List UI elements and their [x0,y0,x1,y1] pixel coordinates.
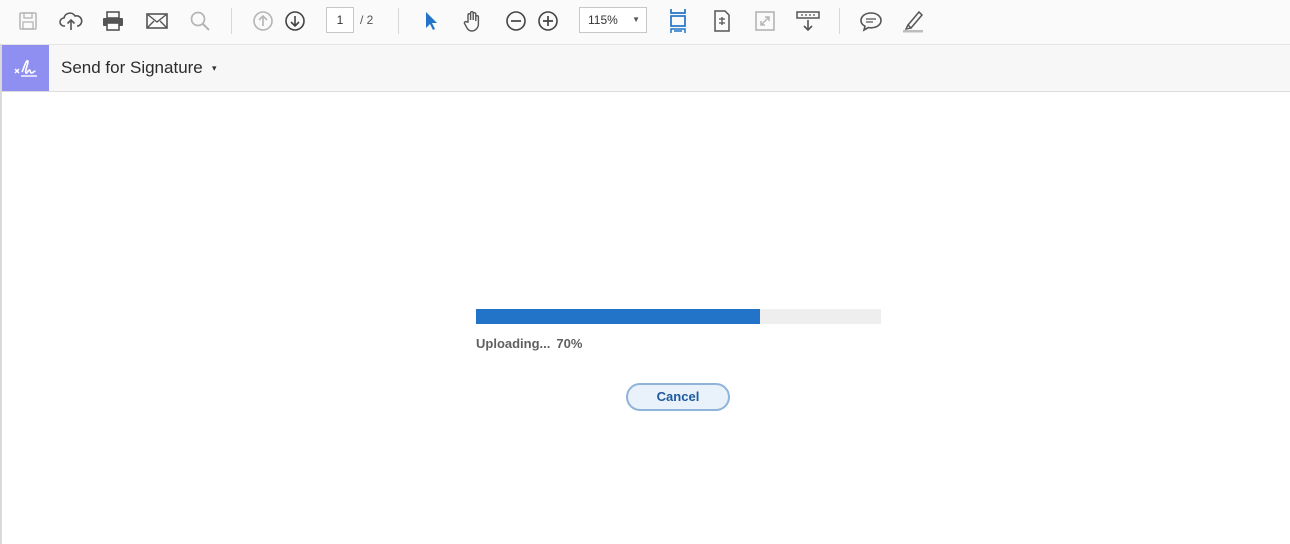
zoom-out-icon[interactable] [500,6,532,36]
hand-tool-icon[interactable] [457,6,489,36]
send-for-signature-title[interactable]: Send for Signature [61,45,203,91]
toolbar-separator [231,8,232,34]
rotate-page-icon[interactable] [706,6,738,36]
upload-progress-bar [476,309,881,324]
comment-icon[interactable] [855,6,887,36]
next-page-icon[interactable] [279,6,311,36]
upload-status-label: Uploading... [476,336,551,351]
toolbar-separator [839,8,840,34]
chevron-down-icon[interactable]: ▾ [212,45,217,91]
zoom-in-icon[interactable] [532,6,564,36]
main-toolbar: 1 / 2 115% ▼ [0,0,1290,45]
toolbar-separator [398,8,399,34]
read-mode-icon[interactable] [792,6,824,36]
page-number-input[interactable]: 1 [326,7,354,33]
prev-page-icon[interactable] [247,6,279,36]
search-icon[interactable] [184,6,216,36]
email-icon[interactable] [141,6,173,36]
select-cursor-icon[interactable] [415,6,447,36]
signature-bar: Send for Signature ▾ [2,45,1290,92]
page-total-label: / 2 [360,13,374,27]
zoom-value: 115% [588,13,618,27]
fill-sign-icon[interactable] [2,45,49,91]
cancel-button[interactable]: Cancel [626,383,730,411]
print-icon[interactable] [97,6,129,36]
upload-progress-fill [476,309,760,324]
highlight-icon[interactable] [897,6,929,36]
chevron-down-icon: ▼ [632,15,640,24]
save-icon[interactable] [12,6,44,36]
document-pane-border [0,44,2,544]
upload-cloud-icon[interactable] [55,6,87,36]
zoom-select[interactable]: 115% ▼ [579,7,647,33]
fullscreen-icon[interactable] [749,6,781,36]
upload-status: Uploading... 70% [476,336,582,351]
upload-percent: 70% [556,336,583,351]
fit-page-icon[interactable] [662,6,694,36]
